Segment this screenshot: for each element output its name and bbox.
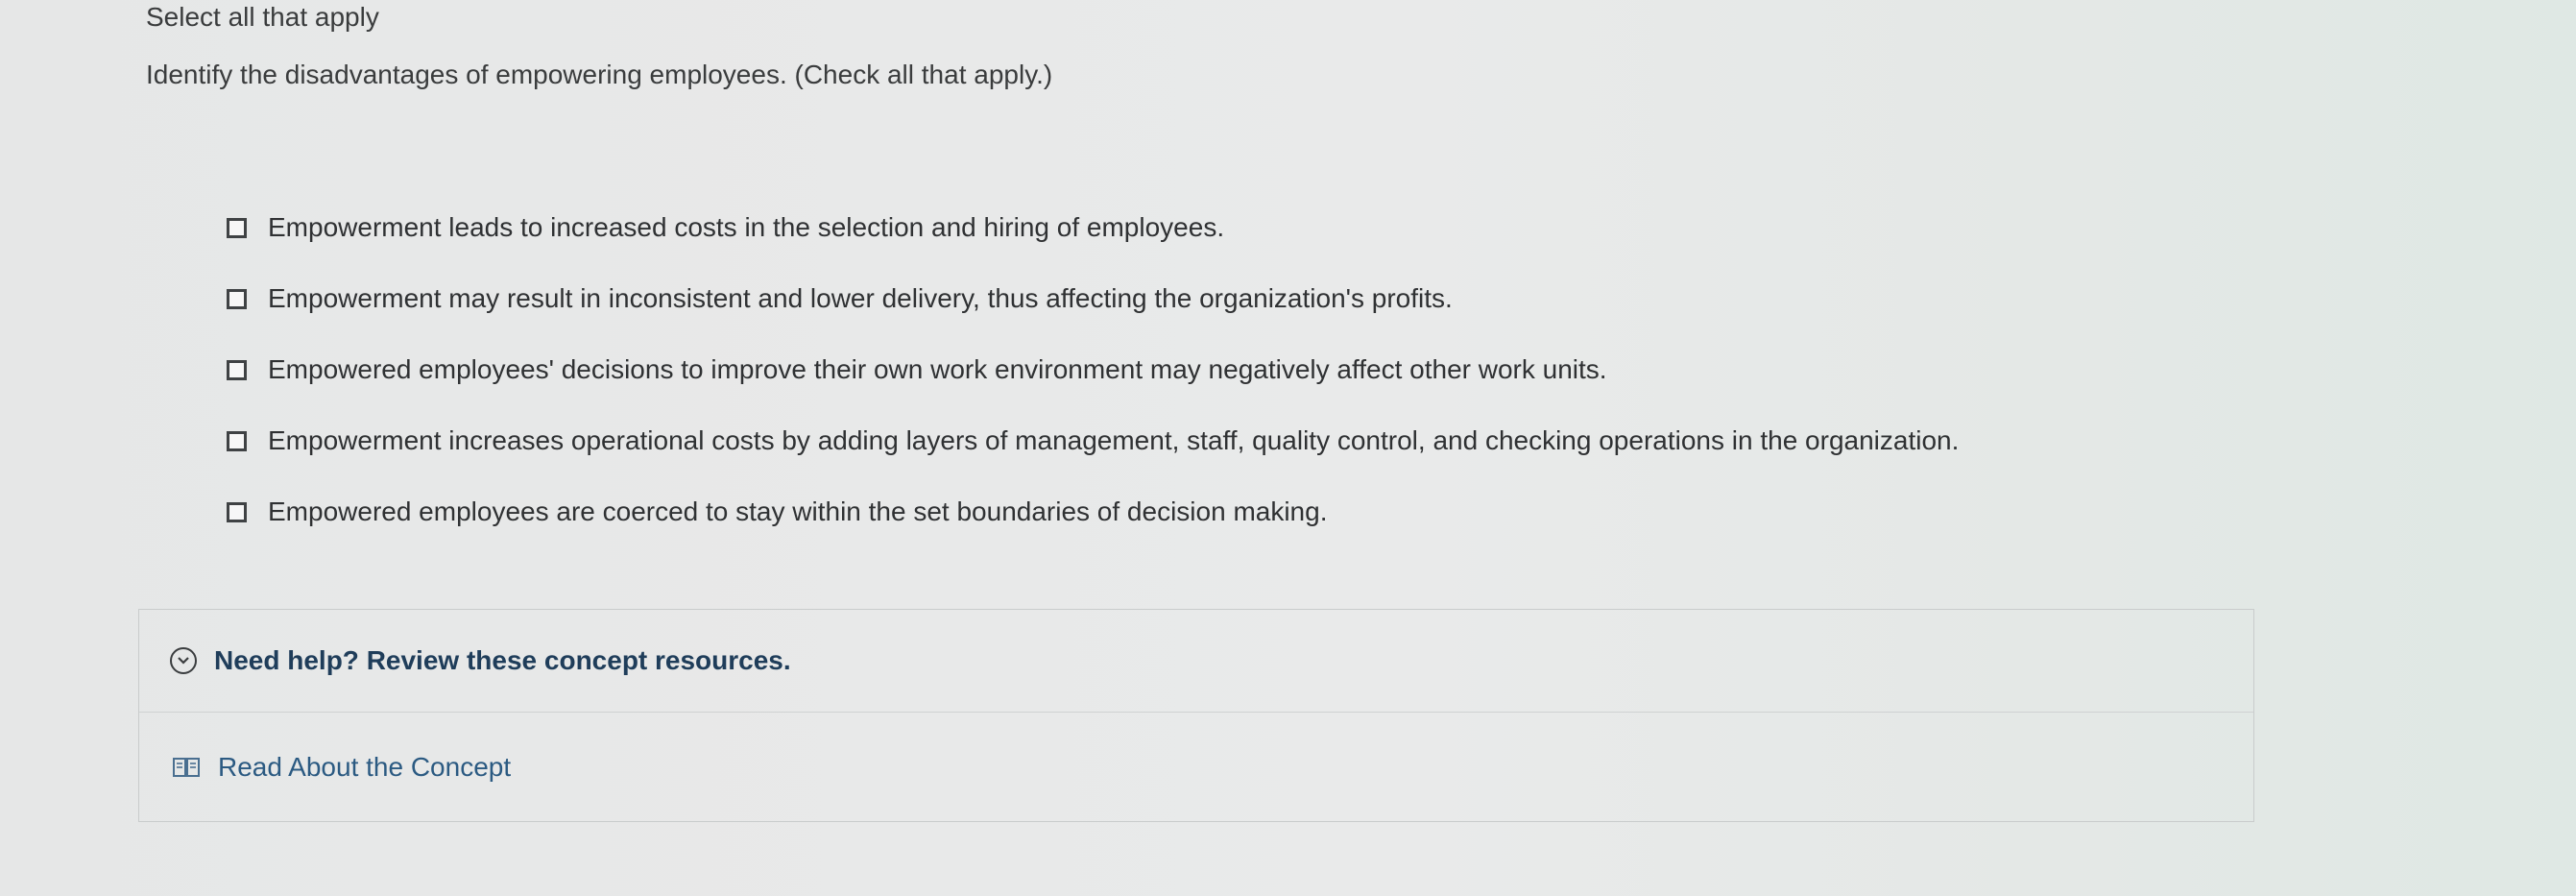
chevron-down-circle-icon[interactable] <box>170 647 197 674</box>
answer-option-4[interactable]: Empowerment increases operational costs … <box>227 405 2147 476</box>
instruction-text: Select all that apply <box>146 2 379 32</box>
concept-resource-link[interactable]: Read About the Concept <box>139 713 2253 822</box>
answer-option-label: Empowerment leads to increased costs in … <box>268 212 1225 242</box>
answer-options: Empowerment leads to increased costs in … <box>227 192 2147 547</box>
resource-label: Read About the Concept <box>218 752 512 782</box>
answer-option-label: Empowered employees' decisions to improv… <box>268 354 1607 384</box>
checkbox-1[interactable] <box>227 217 247 238</box>
question-page: Select all that apply Identify the disad… <box>0 0 2576 896</box>
help-panel: Need help? Review these concept resource… <box>138 609 2254 822</box>
answer-option-1[interactable]: Empowerment leads to increased costs in … <box>227 192 2147 263</box>
answer-option-label: Empowerment increases operational costs … <box>268 425 1960 455</box>
question-prompt: Identify the disadvantages of empowering… <box>146 60 1053 89</box>
checkbox-4[interactable] <box>227 430 247 451</box>
help-title: Need help? Review these concept resource… <box>214 645 791 675</box>
checkbox-5[interactable] <box>227 501 247 522</box>
answer-option-label: Empowerment may result in inconsistent a… <box>268 283 1453 313</box>
answer-option-3[interactable]: Empowered employees' decisions to improv… <box>227 334 2147 405</box>
checkbox-3[interactable] <box>227 359 247 380</box>
checkbox-2[interactable] <box>227 288 247 309</box>
help-toggle[interactable]: Need help? Review these concept resource… <box>139 610 2253 713</box>
book-icon <box>172 755 201 780</box>
answer-option-5[interactable]: Empowered employees are coerced to stay … <box>227 476 2147 547</box>
answer-option-2[interactable]: Empowerment may result in inconsistent a… <box>227 263 2147 334</box>
answer-option-label: Empowered employees are coerced to stay … <box>268 496 1328 526</box>
